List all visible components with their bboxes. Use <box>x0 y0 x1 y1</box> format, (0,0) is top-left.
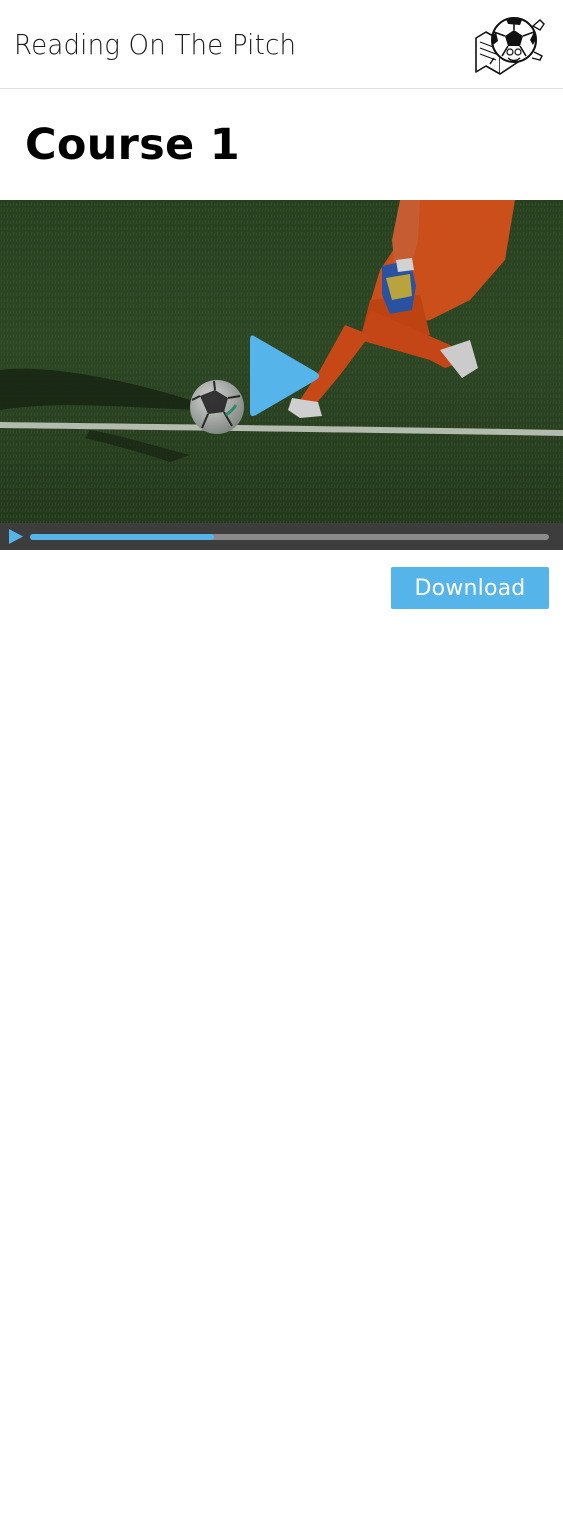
app-header: Reading On The Pitch <box>0 0 563 89</box>
soccer-ball-logo-icon[interactable] <box>470 12 548 78</box>
video-player[interactable] <box>0 200 563 550</box>
video-progress-bar[interactable] <box>30 534 549 540</box>
video-controls <box>0 523 563 550</box>
download-button[interactable]: Download <box>391 567 549 609</box>
video-progress-fill <box>30 534 215 540</box>
play-icon[interactable] <box>8 528 24 545</box>
app-title: Reading On The Pitch <box>14 28 297 61</box>
play-icon[interactable] <box>240 330 324 422</box>
page-title: Course 1 <box>25 120 240 170</box>
